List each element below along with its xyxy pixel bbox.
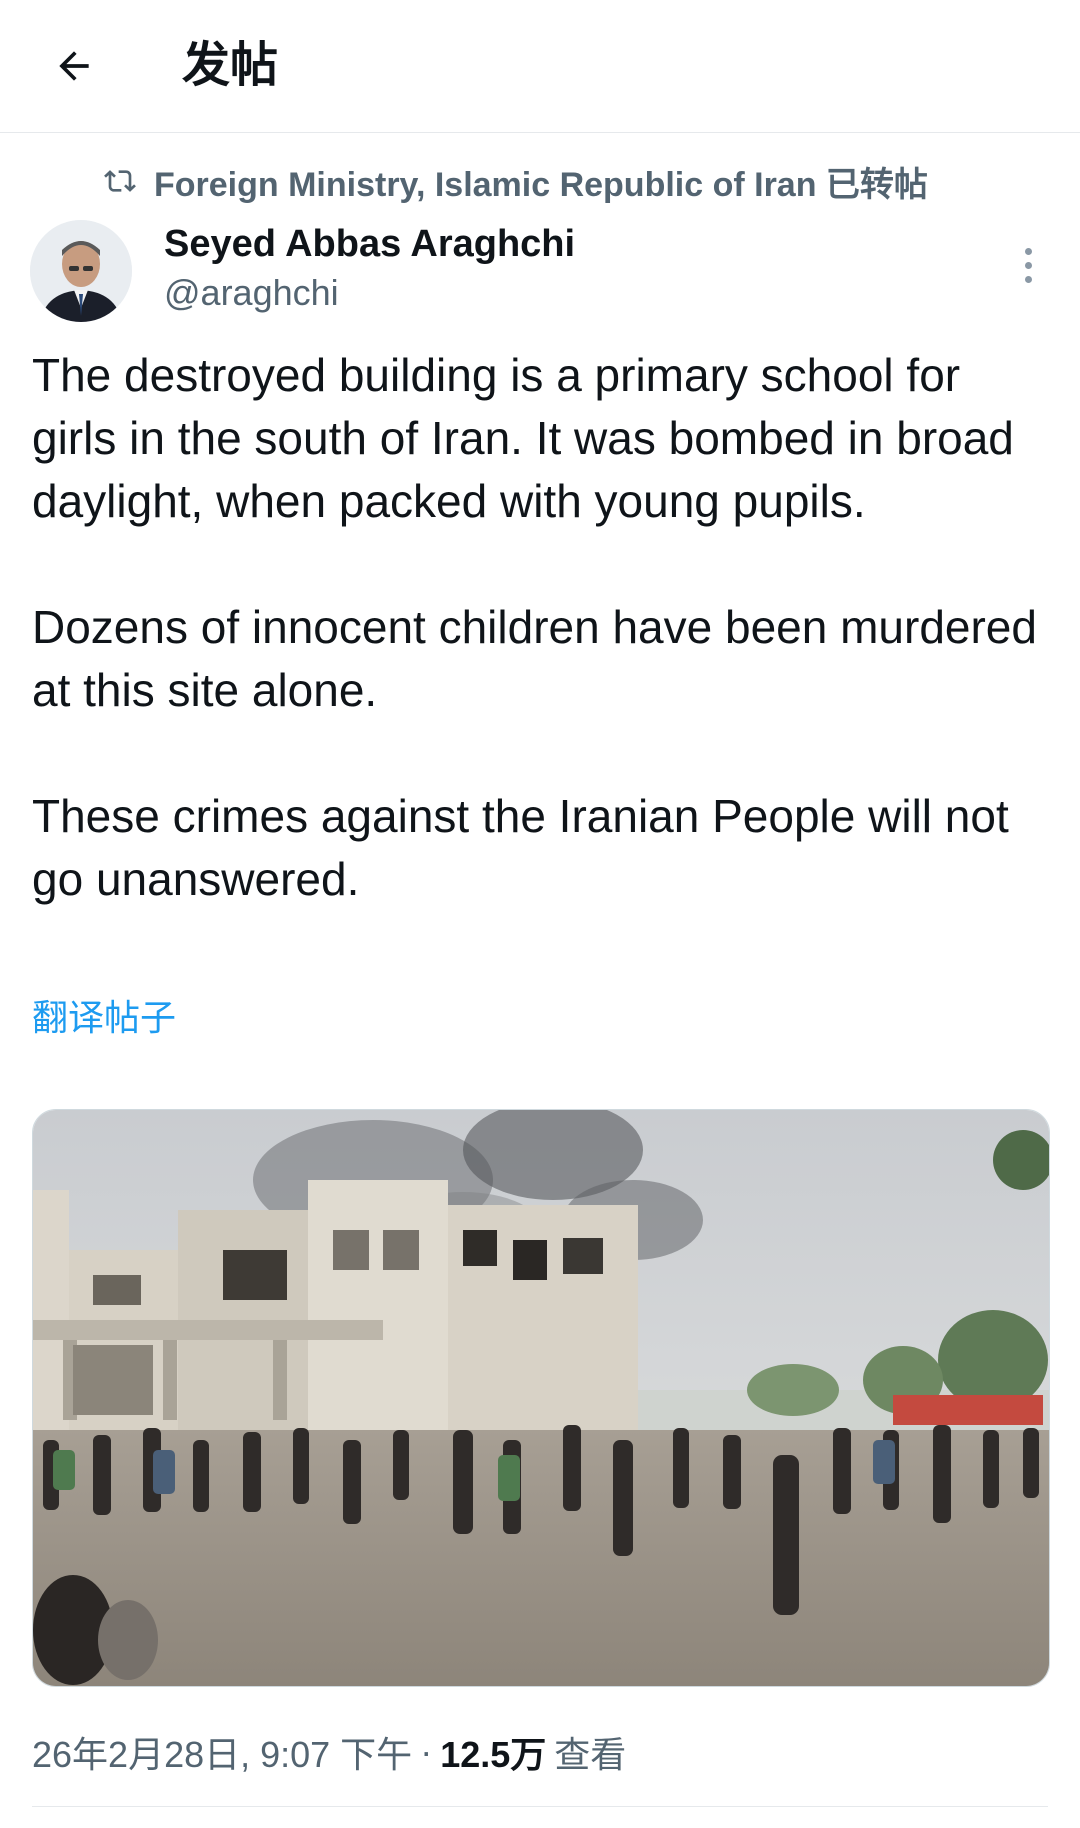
tweet-photo[interactable]: [32, 1109, 1050, 1687]
more-dot-icon: [1024, 261, 1032, 269]
back-arrow-icon: [59, 51, 89, 81]
repost-label: Foreign Ministry, Islamic Republic of Ir…: [154, 165, 928, 204]
destroyed-school-photo: [33, 1110, 1049, 1686]
translate-post-link[interactable]: 翻译帖子: [32, 996, 176, 1040]
repost-indicator[interactable]: Foreign Ministry, Islamic Republic of Ir…: [104, 158, 928, 204]
back-button[interactable]: [44, 36, 104, 96]
views-count[interactable]: 12.5万: [440, 1726, 546, 1778]
views-label: 查看: [554, 1734, 627, 1775]
avatar[interactable]: [30, 220, 132, 322]
repost-icon: [104, 170, 136, 192]
avatar-image: [30, 220, 132, 322]
more-options-button[interactable]: [1010, 240, 1046, 290]
divider: [32, 1806, 1048, 1807]
top-bar: 发帖: [0, 0, 1080, 133]
tweet-timestamp[interactable]: 26年2月28日, 9:07 下午: [32, 1726, 412, 1778]
more-dot-icon: [1024, 247, 1032, 255]
author-name[interactable]: Seyed Abbas Araghchi: [164, 220, 575, 268]
tweet-meta: 26年2月28日, 9:07 下午 · 12.5万 查看: [32, 1725, 626, 1779]
author-handle[interactable]: @araghchi: [164, 270, 339, 316]
tweet-text: The destroyed building is a primary scho…: [32, 349, 1037, 905]
meta-separator: ·: [420, 1731, 433, 1772]
page-title: 发帖: [182, 39, 279, 92]
more-dot-icon: [1024, 275, 1032, 283]
